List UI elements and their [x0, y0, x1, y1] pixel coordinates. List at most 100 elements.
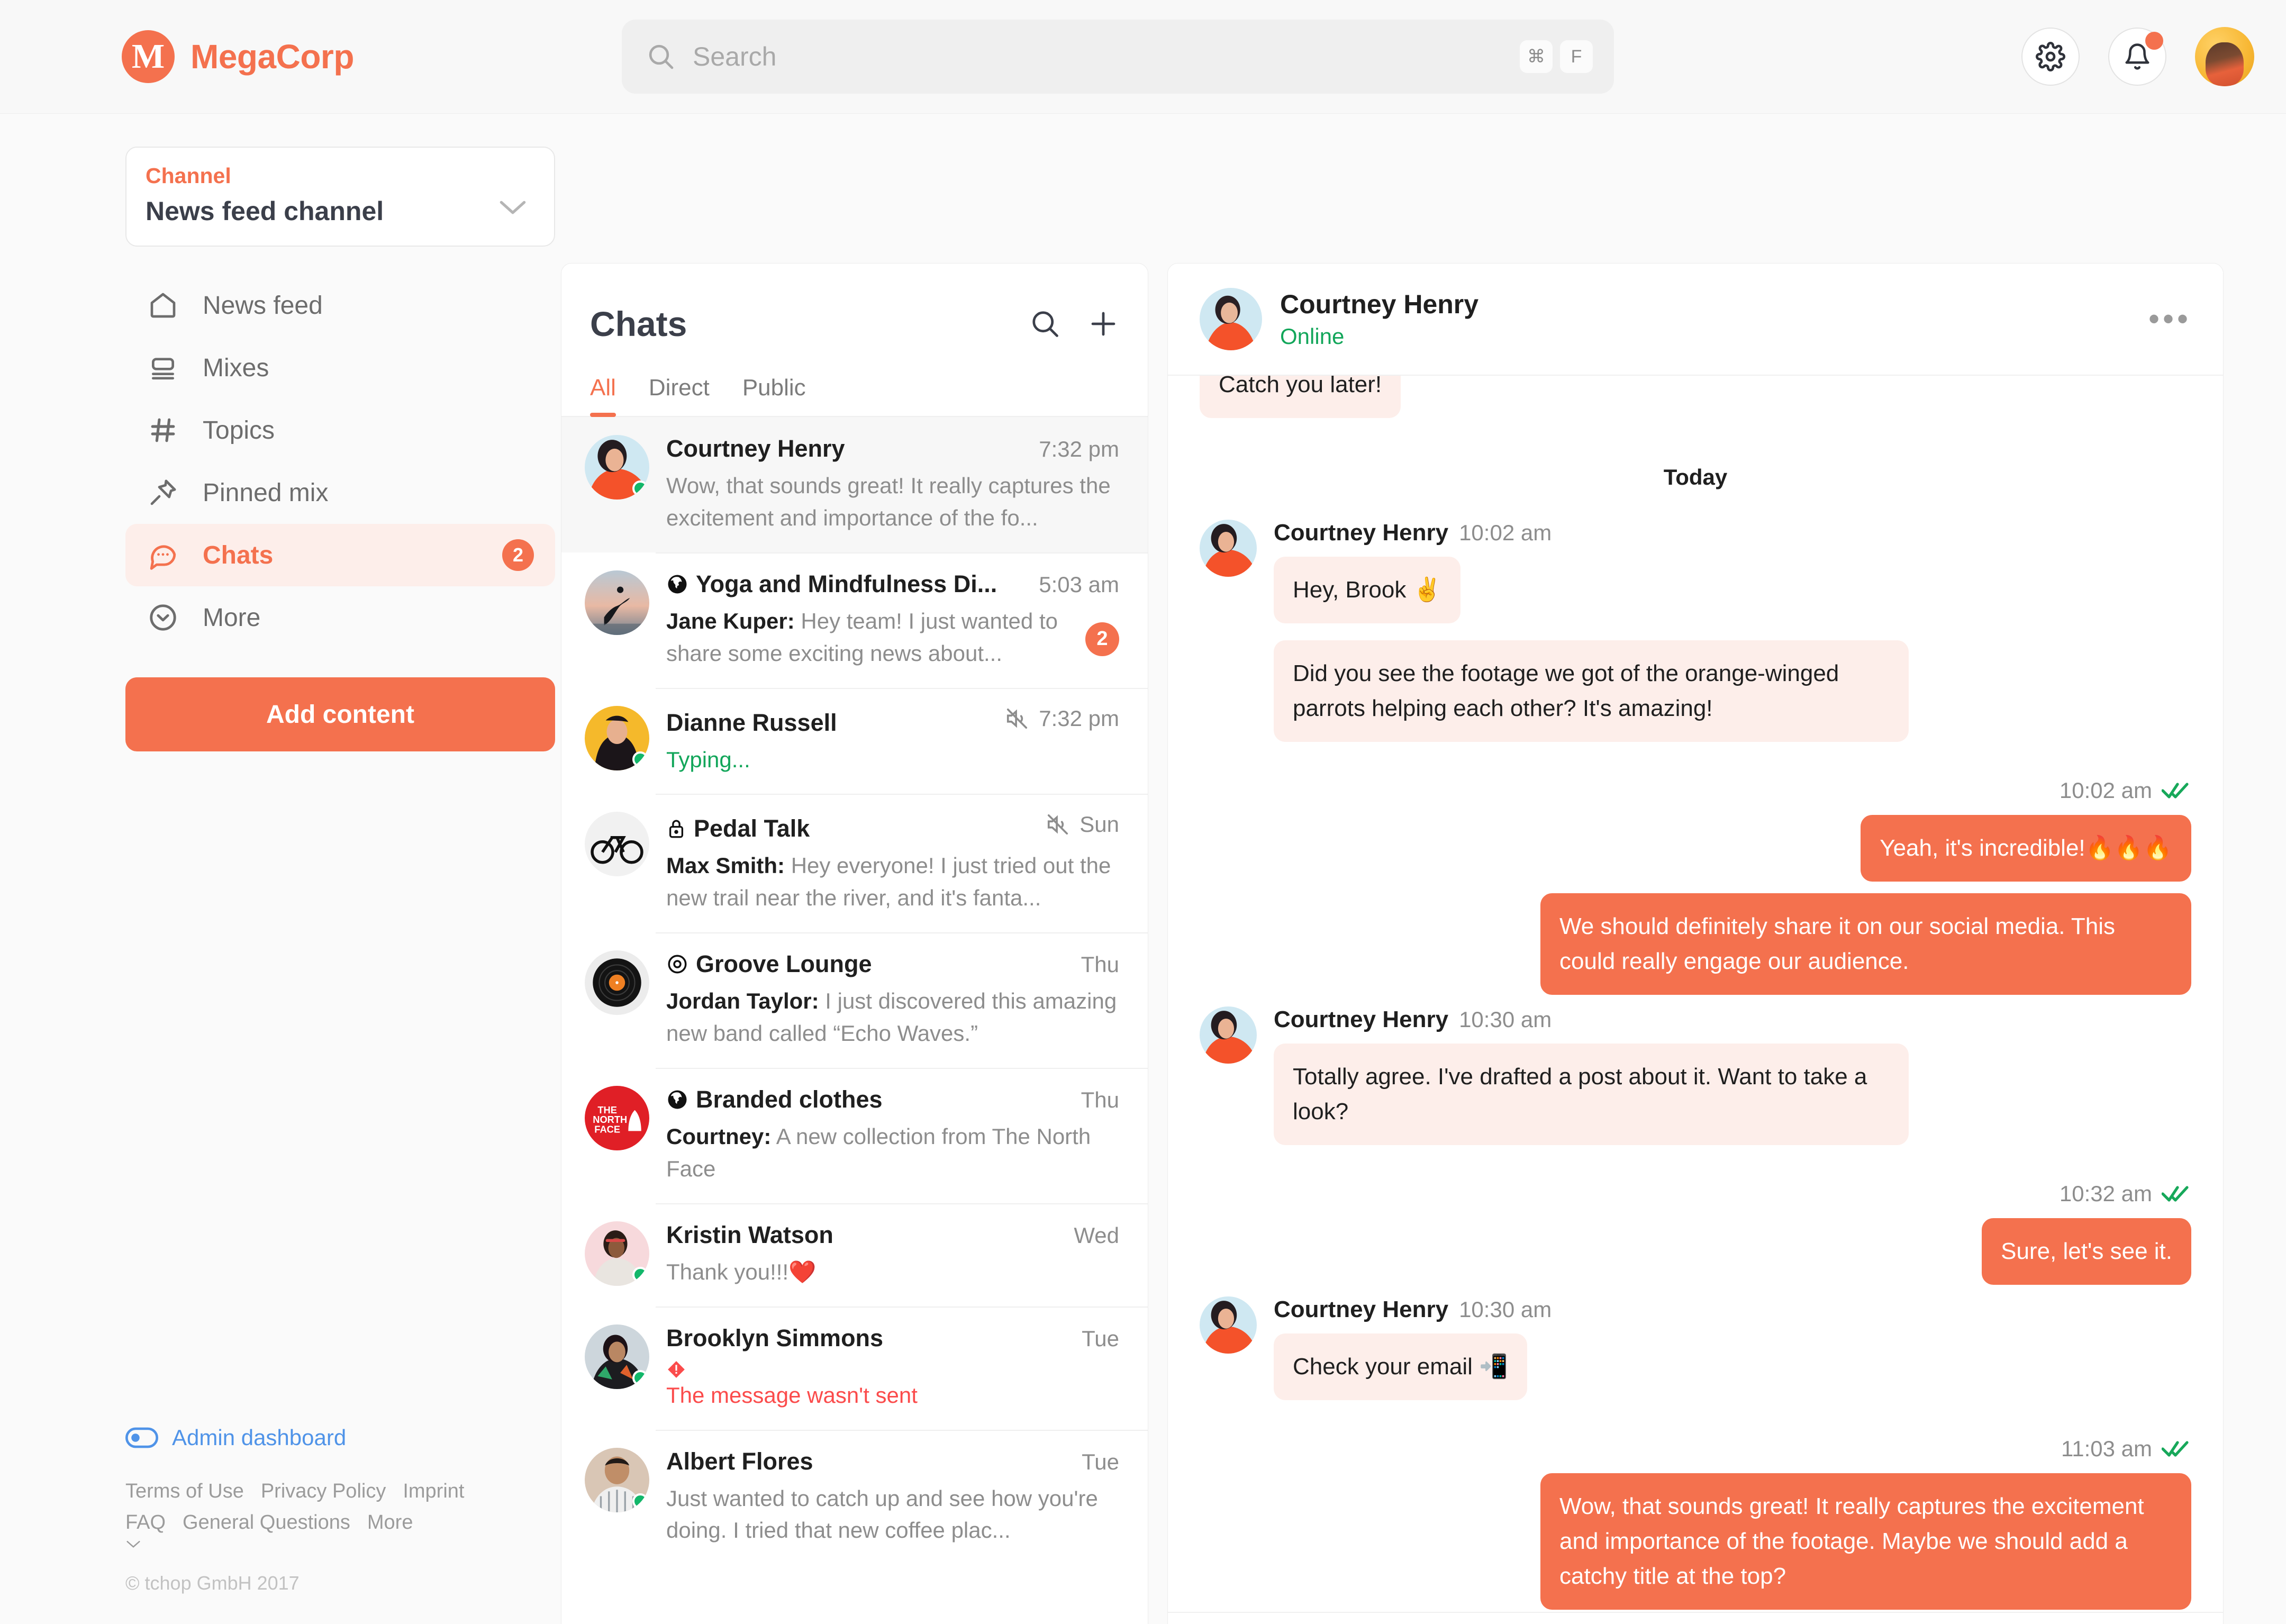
list-item-time: Tue [1082, 1449, 1119, 1474]
link-more[interactable]: More [367, 1511, 413, 1534]
sidebar-item-chats[interactable]: Chats 2 [125, 524, 555, 586]
copyright: © tchop GmbH 2017 [125, 1572, 300, 1594]
list-item[interactable]: Albert Flores Tue Just wanted to catch up … [561, 1429, 1148, 1565]
list-item-time: Thu [1081, 1087, 1119, 1113]
unread-badge: 2 [1085, 622, 1119, 656]
message-outgoing: We should definitely share it on our soc… [1200, 893, 2191, 1006]
list-item[interactable]: Courtney Henry 7:32 pm Wow, that sounds gr… [561, 417, 1148, 552]
admin-dashboard-label: Admin dashboard [172, 1425, 347, 1450]
kbd-command: ⌘ [1520, 40, 1553, 73]
brand-name: MegaCorp [190, 38, 354, 76]
link-privacy-policy[interactable]: Privacy Policy [261, 1480, 386, 1502]
list-item[interactable]: Kristin Watson Wed Thank you!!!❤️ [561, 1203, 1148, 1307]
message-author: Courtney Henry [1274, 1006, 1449, 1032]
search-input[interactable]: Search ⌘ F [622, 20, 1614, 94]
admin-dashboard-toggle[interactable]: Admin dashboard [125, 1425, 591, 1450]
bubble-outgoing: Yeah, it's incredible!🔥🔥🔥 [1861, 815, 2191, 882]
sidebar-item-label: Mixes [203, 353, 269, 382]
list-item-body: Groove Lounge Thu Jordan Taylor: I just di… [666, 950, 1119, 1050]
sidebar-item-topics[interactable]: Topics [125, 399, 555, 461]
list-item[interactable]: Dianne Russell 7:32 pm Typing... [561, 687, 1148, 794]
list-item[interactable]: Yoga and Mindfulness Di... 5:03 am Jane Ku… [561, 552, 1148, 688]
sidebar-item-pinned-mix[interactable]: Pinned mix [125, 461, 555, 524]
list-item[interactable]: THE NORTH FACE Branded clothes Thu Courtney: … [561, 1068, 1148, 1203]
list-item-name: Dianne Russell [666, 709, 837, 736]
avatar[interactable] [1200, 288, 1262, 350]
message-author: Courtney Henry [1274, 1296, 1449, 1322]
channel-label: Channel [146, 164, 231, 188]
list-item-time: Wed [1074, 1222, 1119, 1248]
message-outgoing: 11:03 am Wow, that sounds great! It reall… [1200, 1417, 2191, 1612]
add-content-button[interactable]: Add content [125, 677, 555, 751]
tab-direct[interactable]: Direct [649, 375, 710, 416]
hash-icon [147, 414, 179, 447]
messages-list: Courtney Henry 10:02 am Hey, Brook ✌️ Did y… [1200, 520, 2191, 1612]
tab-all[interactable]: All [590, 375, 616, 417]
sidebar: Channel News feed channel News feed Mixe… [0, 114, 561, 1624]
list-item-preview: Max Smith: Hey everyone! I just tried ou… [666, 853, 1111, 911]
conversation-title-block: Courtney Henry Online [1280, 289, 1478, 349]
more-horizontal-icon[interactable]: ••• [2148, 303, 2191, 335]
message-incoming: Did you see the footage we got of the or… [1200, 640, 2191, 754]
globe-icon [666, 573, 688, 595]
svg-text:FACE: FACE [594, 1123, 620, 1135]
list-item[interactable]: Brooklyn Simmons Tue The message wasn't se… [561, 1306, 1148, 1430]
list-item-preview: Just wanted to catch up and see how you'… [666, 1485, 1098, 1543]
message-outgoing: 10:32 am Sure, let's see it. [1200, 1162, 2191, 1296]
tab-public[interactable]: Public [742, 375, 806, 416]
brand-logo[interactable]: M MegaCorp [122, 30, 354, 83]
sidebar-item-mixes[interactable]: Mixes [125, 337, 555, 399]
channel-name: News feed channel [146, 196, 384, 226]
online-indicator [632, 751, 648, 767]
chats-panel-header: Chats [561, 264, 1148, 375]
sidebar-item-more[interactable]: More [125, 586, 555, 649]
chevron-down-small-icon [125, 1538, 591, 1549]
sidebar-item-news-feed[interactable]: News feed [125, 274, 555, 337]
list-item-time: Sun [1080, 812, 1119, 837]
list-item-body: Albert Flores Tue Just wanted to catch up … [666, 1448, 1119, 1547]
list-item-name: Branded clothes [666, 1086, 883, 1113]
sidebar-footer: Admin dashboard Terms of Use Privacy Poli… [125, 1425, 591, 1624]
link-imprint[interactable]: Imprint [403, 1480, 464, 1502]
avatar[interactable] [2195, 27, 2254, 86]
message-time: 10:32 am [2059, 1181, 2152, 1206]
channel-selector[interactable]: Channel News feed channel [125, 147, 555, 247]
bubble-outgoing: We should definitely share it on our soc… [1540, 893, 2191, 995]
link-terms-of-use[interactable]: Terms of Use [125, 1480, 244, 1502]
list-item-name: Albert Flores [666, 1447, 813, 1475]
message-composer[interactable]: Type your message [1168, 1612, 2223, 1624]
sidebar-item-label: Topics [203, 416, 275, 444]
list-item[interactable]: Pedal Talk Sun Max Smith: Hey everyone! I … [561, 794, 1148, 932]
message-time: 10:30 am [1459, 1007, 1552, 1032]
bubble-incoming: Totally agree. I've drafted a post about… [1274, 1044, 1909, 1145]
message-incoming: Courtney Henry 10:30 am Totally agree. I'v… [1200, 1006, 2191, 1157]
message-receipt: 11:03 am [2061, 1436, 2189, 1462]
bubble-outgoing: Sure, let's see it. [1982, 1218, 2191, 1285]
gear-icon [2036, 42, 2065, 71]
kbd-f: F [1560, 40, 1593, 73]
search-container: Search ⌘ F [622, 20, 1614, 94]
list-item-time: 5:03 am [1039, 571, 1119, 597]
list-item-name: Yoga and Mindfulness Di... [666, 570, 997, 598]
list-item-time: Tue [1082, 1326, 1119, 1351]
read-receipt-icon [2162, 1439, 2189, 1458]
search-chats-button[interactable] [1029, 308, 1061, 340]
sidebar-item-label: Chats [203, 541, 274, 569]
chats-panel-actions [1029, 308, 1119, 340]
sidebar-item-label: News feed [203, 291, 323, 320]
link-faq[interactable]: FAQ [125, 1511, 166, 1534]
list-item[interactable]: Groove Lounge Thu Jordan Taylor: I just di… [561, 932, 1148, 1068]
top-actions [2021, 27, 2254, 86]
notifications-button[interactable] [2108, 28, 2166, 86]
list-item-name: Pedal Talk [666, 815, 810, 842]
online-indicator [632, 1493, 648, 1509]
page-title: Chats [590, 304, 687, 343]
list-item-name: Brooklyn Simmons [666, 1324, 884, 1351]
link-general-questions[interactable]: General Questions [183, 1511, 350, 1534]
list-item-body: Yoga and Mindfulness Di... 5:03 am Jane Ku… [666, 570, 1119, 670]
chat-list[interactable]: Courtney Henry 7:32 pm Wow, that sounds gr… [561, 417, 1148, 1624]
pin-icon [147, 476, 179, 509]
message-outgoing: 10:02 am Yeah, it's incredible!🔥🔥🔥 [1200, 759, 2191, 893]
new-chat-button[interactable] [1087, 308, 1119, 340]
settings-button[interactable] [2021, 28, 2080, 86]
